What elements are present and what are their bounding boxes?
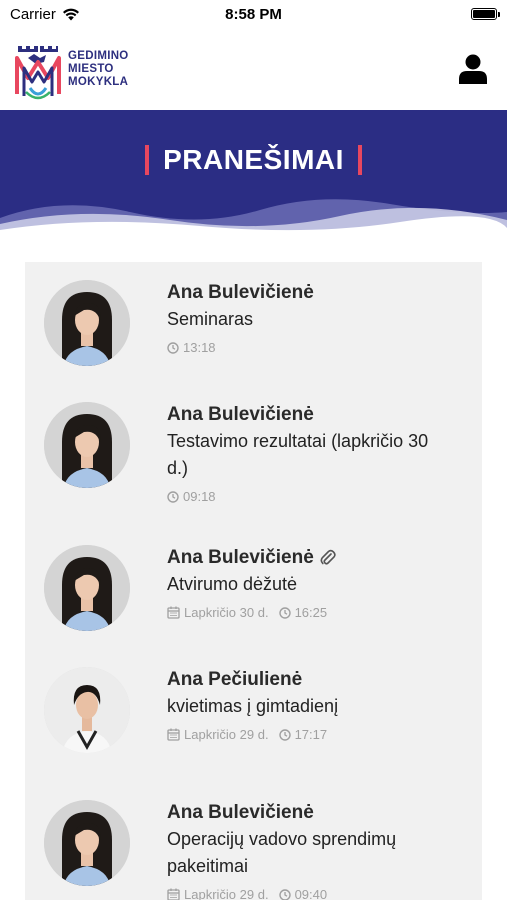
message-subject: Atvirumo dėžutė xyxy=(167,571,467,598)
clock-icon xyxy=(167,490,179,503)
status-bar: Carrier 8:58 PM xyxy=(0,0,507,28)
message-sender: Ana Bulevičienė xyxy=(167,545,467,571)
list-item[interactable]: Ana Bulevičienė Operacijų vadovo sprendi… xyxy=(25,800,482,900)
message-subject: Testavimo rezultatai (lapkričio 30 d.) xyxy=(167,428,467,482)
list-item[interactable]: Ana Bulevičienė Atvirumo dėžutė Lapkriči… xyxy=(25,545,482,665)
sender-name: Ana Bulevičienė xyxy=(167,282,314,303)
message-date: Lapkričio 29 d. xyxy=(184,887,269,900)
logo-line-1: GEDIMINO xyxy=(68,49,129,62)
message-subject-line: Testavimo rezultatai (lapkričio 30 xyxy=(167,431,429,451)
message-sender: Ana Bulevičienė xyxy=(167,280,467,306)
school-logo[interactable]: GEDIMINO MIESTO MOKYKLA xyxy=(14,38,129,100)
app-header: GEDIMINO MIESTO MOKYKLA xyxy=(0,28,507,110)
message-subject-line: Operacijų vadovo sprendimų xyxy=(167,829,397,849)
message-subject-line: Atvirumo dėžutė xyxy=(167,574,298,594)
message-subject-line: kvietimas į gimtadienį xyxy=(167,696,339,716)
avatar xyxy=(44,402,130,488)
message-meta: Lapkričio 30 d. 16:25 xyxy=(167,605,467,620)
avatar xyxy=(44,545,130,631)
avatar xyxy=(44,667,130,753)
message-meta: Lapkričio 29 d. 17:17 xyxy=(167,727,467,742)
clock-icon xyxy=(278,606,291,619)
message-subject: Operacijų vadovo sprendimų pakeitimai xyxy=(167,826,467,880)
message-meta: 13:18 xyxy=(167,340,467,355)
message-time: 09:18 xyxy=(183,489,216,504)
list-item[interactable]: Ana Bulevičienė Seminaras 13:18 xyxy=(25,280,482,400)
message-text: Ana Bulevičienė Seminaras 13:18 xyxy=(167,280,467,355)
page-banner: PRANEŠIMAI xyxy=(0,110,507,240)
title-accent-left xyxy=(145,145,150,175)
logo-line-2: MIESTO xyxy=(68,62,114,75)
sender-name: Ana Bulevičienė xyxy=(167,802,314,823)
title-accent-right xyxy=(357,145,362,175)
sender-name: Ana Bulevičienė xyxy=(167,547,314,568)
list-item[interactable]: Ana Bulevičienė Testavimo rezultatai (la… xyxy=(25,402,482,522)
sender-name: Ana Pečiulienė xyxy=(167,669,303,690)
message-subject-line: d.) xyxy=(167,458,189,478)
message-sender: Ana Bulevičienė xyxy=(167,402,467,428)
message-subject: Seminaras xyxy=(167,306,467,333)
user-profile-button[interactable] xyxy=(453,49,493,89)
clock-icon xyxy=(167,341,179,354)
clock-icon xyxy=(278,728,291,741)
calendar-icon xyxy=(167,606,180,619)
logo-emblem-icon xyxy=(15,46,61,100)
message-time: 13:18 xyxy=(183,340,216,355)
message-text: Ana Bulevičienė Operacijų vadovo sprendi… xyxy=(167,800,467,900)
avatar xyxy=(44,800,130,886)
message-time: 16:25 xyxy=(294,605,328,620)
logo-text: GEDIMINO MIESTO MOKYKLA xyxy=(68,50,129,89)
message-time: 17:17 xyxy=(294,727,328,742)
message-subject-line: Seminaras xyxy=(167,309,254,329)
sender-name: Ana Bulevičienė xyxy=(167,404,314,425)
message-date: Lapkričio 29 d. xyxy=(184,727,269,742)
messages-list[interactable]: Ana Bulevičienė Seminaras 13:18 Ana Bule… xyxy=(25,262,482,900)
banner-wave xyxy=(0,199,507,240)
message-subject: kvietimas į gimtadienį xyxy=(167,693,467,720)
calendar-icon xyxy=(167,728,180,741)
message-meta: 09:18 xyxy=(167,489,467,504)
battery-icon xyxy=(471,8,500,20)
clock-icon xyxy=(278,888,291,900)
user-icon xyxy=(459,54,487,84)
message-date: Lapkričio 30 d. xyxy=(184,605,269,620)
message-sender: Ana Bulevičienė xyxy=(167,800,467,826)
message-text: Ana Bulevičienė Testavimo rezultatai (la… xyxy=(167,402,467,504)
message-sender: Ana Pečiulienė xyxy=(167,667,467,693)
calendar-icon xyxy=(167,888,180,900)
banner-title-wrap: PRANEŠIMAI xyxy=(0,144,507,176)
status-time: 8:58 PM xyxy=(225,5,282,23)
message-meta: Lapkričio 29 d. 09:40 xyxy=(167,887,467,900)
page-title: PRANEŠIMAI xyxy=(163,144,344,175)
message-text: Ana Bulevičienė Atvirumo dėžutė Lapkriči… xyxy=(167,545,467,620)
avatar xyxy=(44,280,130,366)
message-text: Ana Pečiulienė kvietimas į gimtadienį La… xyxy=(167,667,467,742)
list-item[interactable]: Ana Pečiulienė kvietimas į gimtadienį La… xyxy=(25,667,482,787)
paperclip-icon xyxy=(320,549,336,565)
logo-line-3: MOKYKLA xyxy=(68,75,129,88)
message-time: 09:40 xyxy=(294,887,328,900)
message-subject-line: pakeitimai xyxy=(167,856,249,876)
